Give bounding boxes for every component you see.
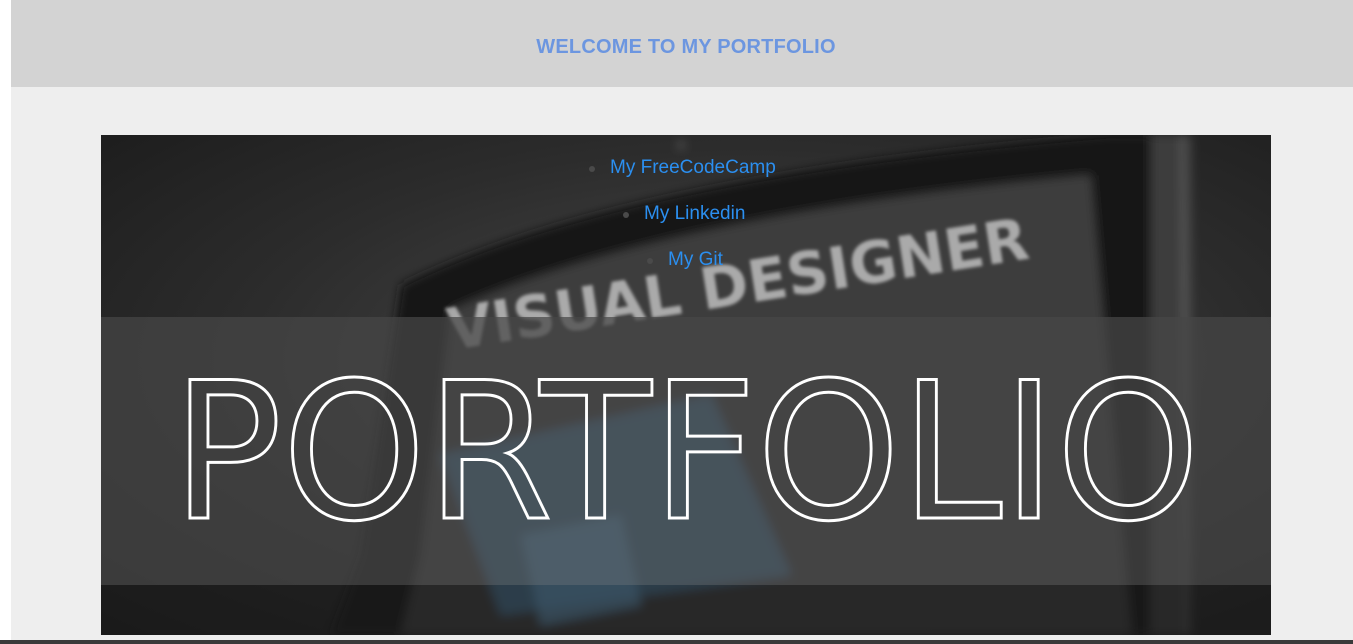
link-git[interactable]: My Git [668, 249, 723, 270]
portfolio-headline-graphic: PORTFOLIO [171, 341, 1202, 565]
link-linkedin[interactable]: My Linkedin [644, 203, 745, 224]
hero-banner: VISUAL DESIGNER My FreeCodeCamp My Linke… [101, 135, 1271, 635]
portfolio-band: PORTFOLIO [101, 317, 1271, 585]
bottom-edge [0, 640, 1353, 644]
nav-item-git: My Git [647, 249, 723, 271]
nav-item-freecodecamp: My FreeCodeCamp [589, 157, 776, 179]
nav-list: My FreeCodeCamp My Linkedin My Git [101, 135, 1271, 315]
page-title: WELCOME TO MY PORTFOLIO [536, 36, 836, 58]
bullet-icon [589, 166, 595, 172]
bullet-icon [623, 212, 629, 218]
bullet-icon [647, 258, 653, 264]
portfolio-headline: PORTFOLIO [172, 342, 1200, 563]
page: WELCOME TO MY PORTFOLIO VISUAL DESIGNER … [11, 0, 1353, 644]
nav-item-linkedin: My Linkedin [623, 203, 745, 225]
header: WELCOME TO MY PORTFOLIO [11, 0, 1353, 87]
link-freecodecamp[interactable]: My FreeCodeCamp [610, 157, 776, 178]
